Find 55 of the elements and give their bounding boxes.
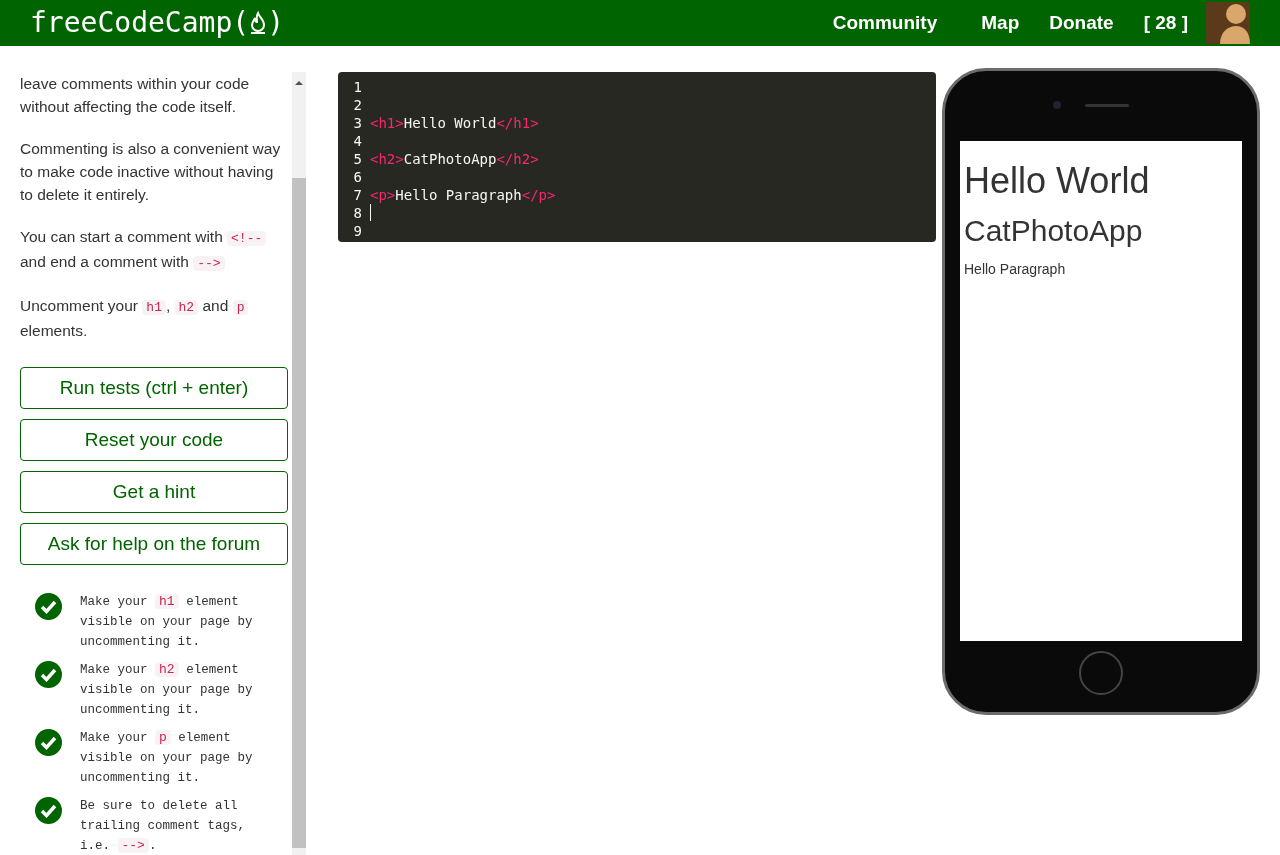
line-number: 5 <box>352 150 363 168</box>
points-counter: [ 28 ] <box>1143 10 1188 35</box>
line-number: 4 <box>352 132 363 150</box>
line-number: 8 <box>352 204 363 222</box>
inline-code: p <box>155 730 171 745</box>
flame-icon <box>249 11 268 35</box>
code-token: Hello World <box>403 114 497 132</box>
inline-code: --> <box>193 256 225 271</box>
instruction-text: You can start a comment with <!-- and end a comment with --> <box>20 225 286 275</box>
preview-text: CatPhotoApp <box>964 213 1144 249</box>
inline-code: <!-- <box>227 231 267 246</box>
preview-text: Hello Paragraph <box>964 260 1067 279</box>
inline-code: h1 <box>155 594 179 609</box>
action-button[interactable]: Ask for help on the forum <box>20 523 288 565</box>
code-token: </h1> <box>496 114 539 132</box>
code-token: <p> <box>370 186 396 204</box>
test-text: Be sure to delete all trailing comment tags, i.e. --> . <box>80 798 247 855</box>
logo-text: freeCodeCamp( <box>30 5 250 41</box>
test-text: Make your h1 element visible on your page by uncommenting it. <box>80 593 254 651</box>
instruction-text: Uncomment your h1 , h2 and p elements. <box>20 294 286 342</box>
code-token: <h1> <box>370 114 404 132</box>
code-token: <h2> <box>370 150 404 168</box>
nav-link[interactable]: Community <box>832 8 938 38</box>
line-number: 3 <box>352 114 363 132</box>
scroll-up-icon[interactable] <box>295 80 303 86</box>
nav-link[interactable]: Map <box>981 8 1020 38</box>
action-button[interactable]: Get a hint <box>20 471 288 513</box>
code-token: CatPhotoApp <box>403 150 497 168</box>
code-token: </h2> <box>496 150 539 168</box>
inline-code: h1 <box>142 300 166 315</box>
inline-code: h2 <box>174 300 199 315</box>
action-button[interactable]: Run tests (ctrl + enter) <box>20 367 288 409</box>
inline-code: p <box>232 300 249 315</box>
line-number: 7 <box>352 186 363 204</box>
line-number: 1 <box>352 78 363 96</box>
instruction-text: leave comments within your code without affecting the code itself. <box>20 74 251 117</box>
camera-icon <box>1053 101 1061 109</box>
avatar-icon[interactable] <box>1206 2 1250 44</box>
instruction-text: Commenting is also a convenient way to make code inactive without having to delete it entirely. <box>20 139 282 205</box>
logo-text: ) <box>267 5 284 41</box>
line-number: 6 <box>352 168 363 186</box>
test-text: Make your h2 element visible on your page by uncommenting it. <box>80 661 254 719</box>
preview-text: Hello World <box>964 159 1151 203</box>
code-editor[interactable]: 1 2 3 <h1>Hello World</h1> 4 5 <h2>CatPhotoApp</h2> 6 7 <p>Hello Paragraph</p> 8 9 <box>338 72 936 242</box>
inline-code: h2 <box>155 662 179 677</box>
test-text: Make your p element visible on your page by uncommenting it. <box>80 729 254 787</box>
code-token: </p> <box>521 186 556 204</box>
nav-link[interactable]: Donate <box>1049 8 1114 38</box>
inline-code: --> <box>117 838 149 853</box>
home-button[interactable] <box>1079 651 1123 695</box>
speaker-grille <box>1085 103 1129 107</box>
line-number: 9 <box>352 222 363 240</box>
code-token: Hello Paragraph <box>395 186 522 204</box>
action-button[interactable]: Reset your code <box>20 419 288 461</box>
line-number: 2 <box>352 96 363 114</box>
